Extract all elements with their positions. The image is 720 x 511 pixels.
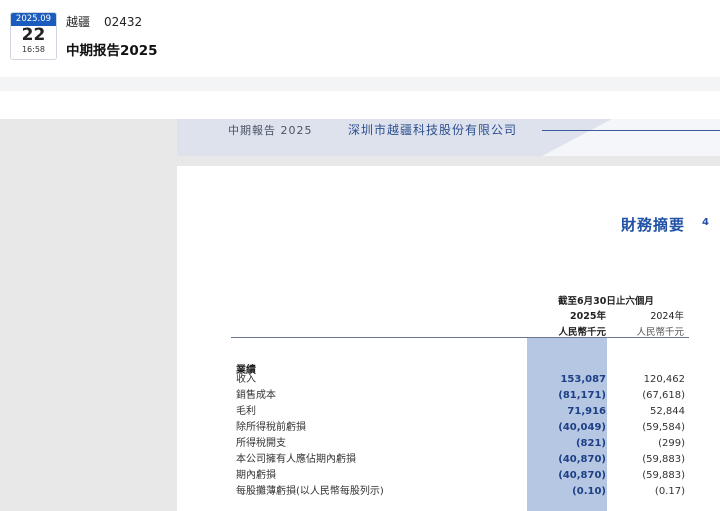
value-2025: (40,870) [558,470,606,481]
value-2024: 52,844 [650,406,685,417]
period-header: 截至6月30日止六個月 [558,296,654,307]
table-row: 銷售成本 (81,171) (67,618) [177,388,720,404]
section-title: 財務摘要 [621,216,686,234]
date-badge: 2025.09 22 16:58 [10,12,57,60]
value-2024: (67,618) [642,390,685,401]
row-label: 每股攤薄虧損(以人民幣每股列示) [236,486,384,497]
table-row: 本公司擁有人應佔期內虧損 (40,870) (59,883) [177,452,720,468]
page-header-band: 中期報告 2025 深圳市越疆科技股份有限公司 [177,119,720,156]
value-2025: 71,916 [567,406,606,417]
value-2025: (40,870) [558,454,606,465]
stock-info: 越疆 02432 [66,13,142,30]
row-label: 本公司擁有人應佔期內虧損 [236,454,356,465]
value-2024: 120,462 [643,374,685,385]
row-label: 收入 [236,374,256,385]
row-label: 銷售成本 [236,390,276,401]
document-page: 財務摘要 4 截至6月30日止六個月 2025年 2024年 人民幣千元 人民幣… [177,166,720,511]
table-row: 所得稅開支 (821) (299) [177,436,720,452]
badge-day: 22 [21,25,46,45]
stock-name[interactable]: 越疆 [66,15,90,29]
year-current: 2025年 [570,311,606,322]
year-prior: 2024年 [650,311,684,322]
value-2024: (299) [658,438,685,449]
header-decoration-fill [612,119,720,156]
value-2024: (59,584) [642,422,685,433]
report-label: 中期報告 2025 [228,124,313,137]
header-decoration [542,119,612,156]
header: 2025.09 22 16:58 越疆 02432 中期报告2025 [0,0,720,77]
table-row: 毛利 71,916 52,844 [177,404,720,420]
table-row: 收入 153,087 120,462 [177,372,720,388]
unit-current: 人民幣千元 [558,327,606,338]
divider-band [0,77,720,91]
value-2025: (40,049) [558,422,606,433]
row-label: 除所得稅前虧損 [236,422,306,433]
company-name: 深圳市越疆科技股份有限公司 [348,123,518,137]
header-underline [231,337,689,338]
value-2025: (0.10) [572,486,606,497]
page-number: 4 [702,217,709,228]
value-2025: (821) [575,438,606,449]
value-2024: (59,883) [642,470,685,481]
row-label: 期內虧損 [236,470,276,481]
table-row: 期內虧損 (40,870) (59,883) [177,468,720,484]
value-2024: (59,883) [642,454,685,465]
badge-time: 16:58 [21,45,46,54]
value-2025: (81,171) [558,390,606,401]
page-gap [177,156,720,166]
value-2024: (0.17) [654,486,685,497]
viewer-left-margin [0,119,177,511]
stock-code[interactable]: 02432 [104,15,142,29]
value-2025: 153,087 [560,374,606,385]
row-label: 所得稅開支 [236,438,286,449]
table-row: 每股攤薄虧損(以人民幣每股列示) (0.10) (0.17) [177,484,720,500]
unit-prior: 人民幣千元 [636,327,684,338]
table-row: 除所得稅前虧損 (40,049) (59,584) [177,420,720,436]
header-rule [542,130,720,131]
row-label: 毛利 [236,406,256,417]
document-title[interactable]: 中期报告2025 [66,39,158,59]
